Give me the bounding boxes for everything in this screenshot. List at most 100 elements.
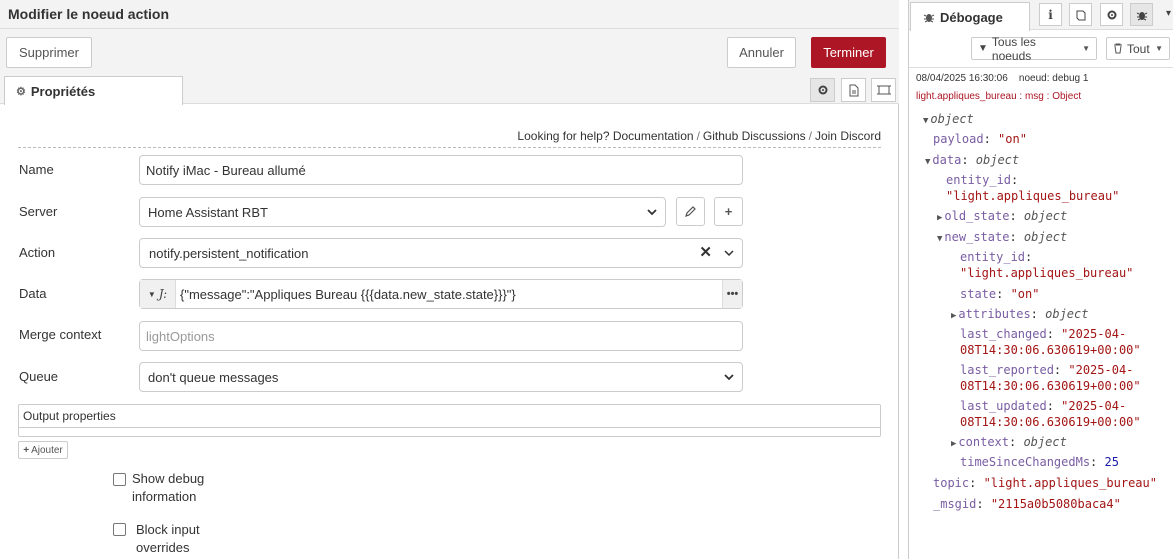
gear-icon: ⚙ — [16, 85, 26, 98]
block-input-label-line1: Block input — [136, 522, 200, 537]
tree-row-last-changed: last_changed: "2025-04- — [960, 327, 1127, 341]
chevron-down-icon — [724, 370, 734, 384]
delete-button[interactable]: Supprimer — [6, 37, 92, 68]
queue-select[interactable]: don't queue messages — [139, 362, 743, 392]
file-icon — [849, 84, 858, 96]
action-input[interactable]: notify.persistent_notification ✕ — [139, 238, 743, 268]
action-label: Action — [19, 245, 56, 260]
action-value: notify.persistent_notification — [149, 245, 309, 261]
tree-row-last-reported: last_reported: "2025-04- — [960, 363, 1134, 377]
appearance-tab-icon[interactable] — [871, 78, 896, 102]
show-debug-checkbox[interactable] — [113, 473, 126, 486]
show-debug-label-line2: information — [132, 489, 197, 504]
settings-tab-icon[interactable] — [810, 78, 835, 102]
caret-down-icon: ▼ — [925, 157, 931, 167]
tree-root[interactable]: ▼ object — [923, 112, 974, 128]
help-links: Looking for help? Documentation / Github D… — [517, 129, 881, 143]
caret-down-icon: ▼ — [1082, 44, 1090, 53]
frame-icon — [876, 85, 891, 95]
join-discord-link[interactable]: Join Discord — [815, 129, 881, 143]
tree-row-topic: topic: "light.appliques_bureau" — [933, 476, 1157, 490]
edit-server-button[interactable] — [676, 197, 705, 226]
caret-down-icon: ▼ — [147, 289, 156, 299]
divider — [18, 147, 881, 148]
tab-properties-label: Propriétés — [30, 83, 96, 99]
book-icon — [1076, 10, 1085, 20]
help-prefix: Looking for help? — [517, 129, 610, 143]
tree-row-entity-id-key: entity_id: — [946, 173, 1019, 187]
ellipsis-icon: ••• — [726, 288, 739, 300]
chevron-down-icon[interactable]: ▾ — [1166, 8, 1171, 19]
tree-row-state: state: "on" — [960, 287, 1040, 301]
tree-row-context[interactable]: ▶ context: object — [951, 435, 1067, 451]
caret-right-icon: ▶ — [951, 311, 957, 321]
block-input-label-line2: overrides — [136, 540, 190, 555]
trash-icon — [1114, 43, 1122, 54]
caret-right-icon: ▶ — [937, 213, 943, 223]
help-tab-button[interactable] — [1069, 3, 1092, 26]
block-input-checkbox[interactable] — [113, 523, 126, 536]
server-value: Home Assistant RBT — [148, 204, 268, 220]
github-discussions-link[interactable]: Github Discussions — [703, 129, 806, 143]
tree-row-last-reported-cont: 08T14:30:06.630619+00:00" — [960, 379, 1141, 393]
tree-row-attributes[interactable]: ▶ attributes: object — [951, 307, 1088, 323]
tree-row-ns-entity-id-val: "light.appliques_bureau" — [960, 266, 1134, 280]
tree-row-time-since: timeSinceChangedMs: 25 — [960, 455, 1119, 469]
block-input-label: Block input overrides — [136, 521, 200, 557]
filter-nodes-dropdown[interactable]: ▼ Tous les noeuds ▼ — [971, 34, 1097, 63]
tab-debug[interactable]: Débogage — [910, 2, 1030, 31]
tree-row-new-state[interactable]: ▼ new_state: object — [937, 230, 1067, 246]
debug-tab-button[interactable] — [1130, 3, 1153, 26]
tree-row-last-updated: last_updated: "2025-04- — [960, 399, 1127, 413]
output-properties-list: Output properties — [18, 404, 881, 437]
add-output-label: Ajouter — [31, 444, 63, 456]
gear-icon — [1107, 10, 1116, 19]
clear-icon[interactable]: ✕ — [699, 243, 712, 261]
filter-nodes-label: Tous les noeuds — [991, 34, 1036, 63]
info-icon: i — [1048, 7, 1053, 22]
data-type-selector[interactable]: ▼ J: — [140, 280, 176, 308]
tree-root-type: object — [930, 112, 974, 126]
name-label: Name — [19, 162, 54, 177]
data-label: Data — [19, 286, 47, 301]
merge-context-input[interactable]: lightOptions — [139, 321, 743, 351]
chevron-down-icon[interactable] — [724, 246, 734, 260]
debug-message-topic: light.appliques_bureau : msg : Object — [916, 91, 1082, 102]
output-properties-title: Output properties — [23, 409, 116, 423]
add-server-button[interactable]: + — [714, 197, 743, 226]
caret-down-icon: ▼ — [923, 116, 929, 126]
queue-value: don't queue messages — [148, 369, 279, 385]
data-value: {"message":"Appliques Bureau {{{data.new… — [180, 286, 516, 302]
show-debug-label-line1: Show debug — [132, 471, 205, 486]
bug-icon — [923, 14, 935, 23]
tree-row-last-updated-cont: 08T14:30:06.630619+00:00" — [960, 415, 1141, 429]
tree-row-payload: payload: "on" — [933, 132, 1027, 146]
expand-editor-button[interactable]: ••• — [722, 280, 742, 308]
tree-row-old-state[interactable]: ▶ old_state: object — [937, 209, 1067, 225]
description-tab-icon[interactable] — [841, 78, 866, 102]
filter-icon: ▼ — [978, 43, 988, 54]
bug-icon — [1136, 11, 1147, 20]
tree-row-msgid: _msgid: "2115a0b5080baca4" — [933, 497, 1121, 511]
tab-properties[interactable]: ⚙ Propriétés — [4, 76, 183, 105]
documentation-link[interactable]: Documentation — [613, 129, 694, 143]
config-tab-button[interactable] — [1100, 3, 1123, 26]
clear-all-dropdown[interactable]: Tout ▼ — [1106, 37, 1170, 60]
data-input[interactable]: ▼ J: {"message":"Appliques Bureau {{{dat… — [139, 279, 743, 309]
caret-right-icon: ▶ — [951, 439, 957, 449]
name-input[interactable]: Notify iMac - Bureau allumé — [139, 155, 743, 185]
tree-row-ns-entity-id-key: entity_id: — [960, 250, 1033, 264]
done-button[interactable]: Terminer — [811, 37, 886, 68]
server-select[interactable]: Home Assistant RBT — [139, 197, 666, 227]
info-tab-button[interactable]: i — [1039, 3, 1062, 26]
chevron-down-icon — [647, 205, 657, 219]
gear-icon — [818, 85, 827, 95]
debug-node-name[interactable]: noeud: debug 1 — [1019, 73, 1089, 84]
queue-label: Queue — [19, 369, 59, 384]
cancel-button[interactable]: Annuler — [727, 37, 796, 68]
json-type-icon: J: — [158, 287, 168, 301]
caret-down-icon: ▼ — [1155, 44, 1163, 53]
editor-title: Modifier le noeud action — [0, 0, 899, 29]
add-output-button[interactable]: + Ajouter — [18, 441, 68, 459]
tree-row-data[interactable]: ▼ data: object — [925, 153, 1019, 169]
